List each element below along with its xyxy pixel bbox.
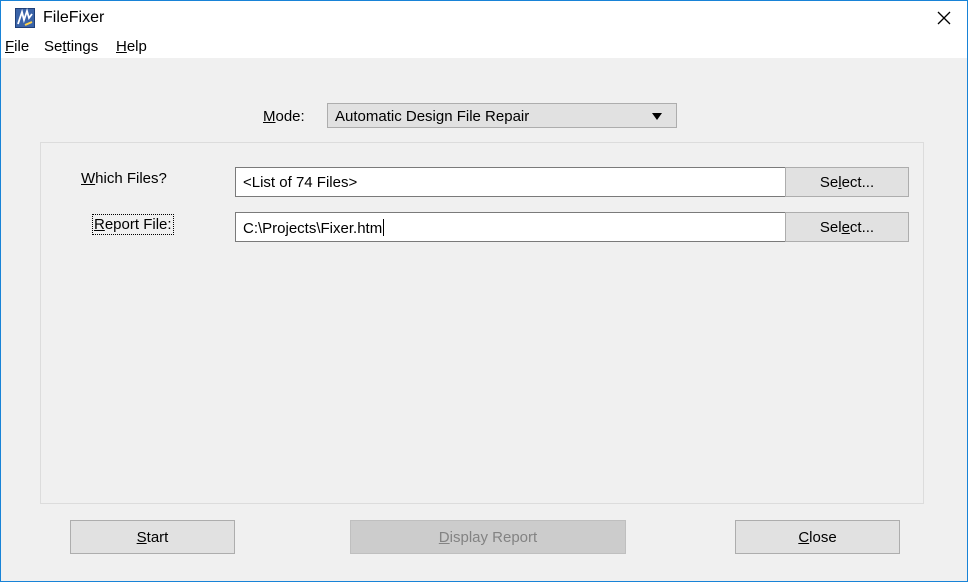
- close-button[interactable]: Close: [735, 520, 900, 554]
- mode-label: Mode:: [263, 108, 305, 125]
- filefixer-logo-icon: [15, 7, 35, 28]
- report-file-label: Report File:: [92, 214, 174, 235]
- text-caret: [383, 219, 385, 236]
- start-button[interactable]: Start: [70, 520, 235, 554]
- window-title: FileFixer: [43, 9, 105, 26]
- files-group-panel: Which Files? <List of 74 Files> Se l ect..…: [40, 142, 924, 504]
- menu-settings[interactable]: Settings: [44, 38, 98, 55]
- which-files-select-button[interactable]: Se l ect...: [785, 167, 909, 197]
- mode-selected-value: Automatic Design File Repair: [335, 108, 530, 125]
- which-files-label: Which Files?: [81, 170, 167, 187]
- report-file-select-button[interactable]: Sel e ct...: [785, 212, 909, 242]
- report-file-input[interactable]: C:\Projects\Fixer.htm: [235, 212, 817, 242]
- menu-file[interactable]: File: [5, 38, 29, 55]
- menu-bar: File Settings Help: [1, 34, 967, 58]
- dropdown-arrow-icon: [652, 113, 662, 120]
- which-files-input[interactable]: <List of 74 Files>: [235, 167, 817, 197]
- mode-dropdown[interactable]: Automatic Design File Repair: [327, 103, 677, 128]
- display-report-button[interactable]: Display Report: [350, 520, 626, 554]
- title-bar: FileFixer: [1, 1, 967, 34]
- close-icon[interactable]: [921, 1, 967, 34]
- filefixer-window: FileFixer File Settings Help Mode: Autom…: [0, 0, 968, 582]
- menu-help[interactable]: Help: [116, 38, 147, 55]
